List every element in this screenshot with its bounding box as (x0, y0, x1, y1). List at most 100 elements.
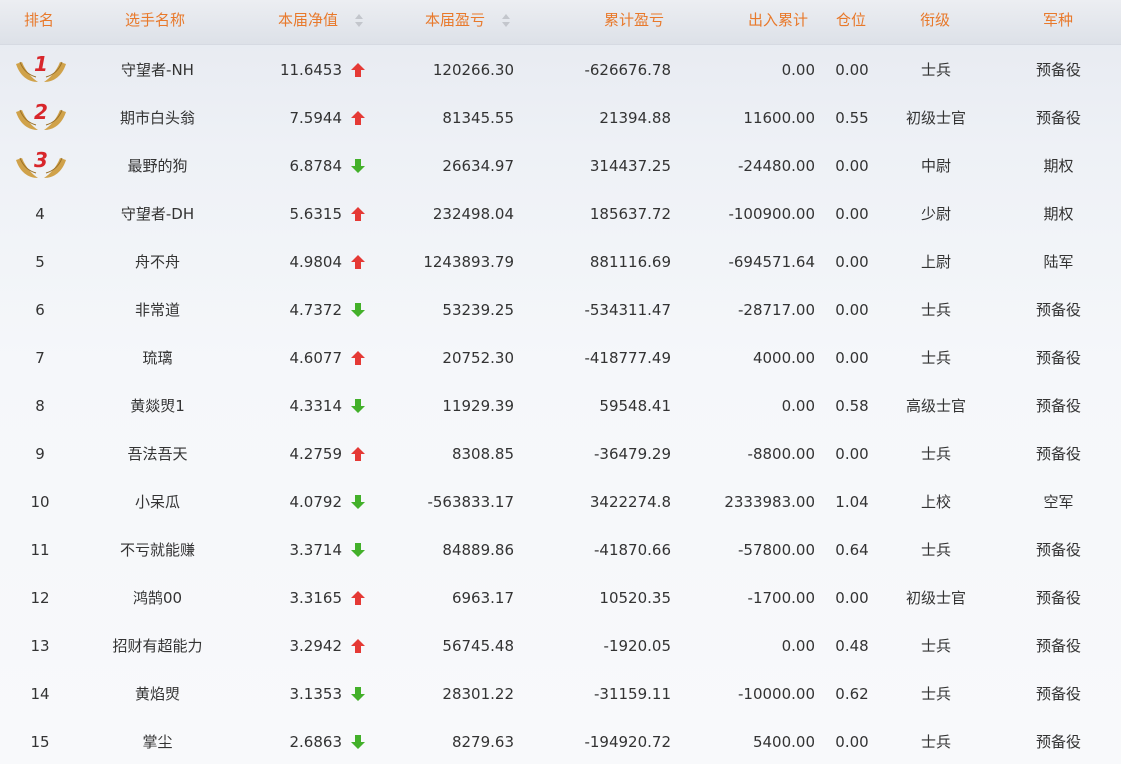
branch-value: 预备役 (1035, 685, 1081, 703)
trend-cell (350, 622, 368, 670)
rank-title: 士兵 (920, 685, 951, 703)
cumulative-pnl: -418777.49 (584, 349, 671, 367)
cumulative-pnl: 21394.88 (599, 109, 671, 127)
player-name[interactable]: 小呆瓜 (80, 478, 235, 526)
rank-cell: 10 (30, 493, 50, 511)
session-pnl: 56745.48 (442, 637, 514, 655)
arrow-up-icon (351, 111, 365, 125)
player-name[interactable]: 守望者-NH (80, 46, 235, 94)
rank-cell: 11 (30, 541, 50, 559)
header-nav[interactable]: 本届净值 (278, 0, 338, 40)
rank-title: 上尉 (920, 253, 951, 271)
header-cum: 累计盈亏 (604, 11, 665, 29)
cumulative-flow: -24480.00 (738, 157, 815, 175)
nav-value: 4.2759 (289, 445, 343, 463)
branch-value: 预备役 (1035, 589, 1081, 607)
player-name[interactable]: 黄焰焽 (80, 670, 235, 718)
rank-title: 中尉 (920, 157, 951, 175)
rank-cell: 7 (35, 349, 45, 367)
arrow-up-icon (351, 207, 365, 221)
rank-cell: 13 (30, 637, 50, 655)
table-row: 8 黄燚焽1 4.3314 11929.39 59548.41 0.00 0.58 高级士官 预… (0, 382, 1121, 430)
arrow-up-icon (351, 351, 365, 365)
nav-value: 5.6315 (289, 205, 343, 223)
table-row: 12 鸿鹄00 3.3165 6963.17 10520.35 -1700.00 0.00 初… (0, 574, 1121, 622)
position-value: 0.00 (835, 205, 869, 223)
trend-cell (350, 190, 368, 238)
trend-cell (350, 142, 368, 190)
table-row: 5 舟不舟 4.9804 1243893.79 881116.69 -694571.64 0… (0, 238, 1121, 286)
sort-nav-icon[interactable] (354, 14, 364, 28)
table-row: 6 非常道 4.7372 53239.25 -534311.47 -28717.00 0.0… (0, 286, 1121, 334)
rank-medal-icon: 1 (0, 46, 80, 94)
cumulative-flow: -694571.64 (728, 253, 815, 271)
branch-value: 预备役 (1035, 733, 1081, 751)
cumulative-pnl: 3422274.8 (589, 493, 671, 511)
header-pnl[interactable]: 本届盈亏 (425, 0, 485, 40)
cumulative-flow: -100900.00 (728, 205, 815, 223)
session-pnl: 28301.22 (442, 685, 514, 703)
cumulative-flow: 0.00 (781, 637, 815, 655)
nav-value: 3.3714 (289, 541, 343, 559)
session-pnl: 11929.39 (442, 397, 514, 415)
player-name[interactable]: 最野的狗 (80, 142, 235, 190)
player-name[interactable]: 吾法吾天 (80, 430, 235, 478)
position-value: 0.00 (835, 733, 869, 751)
session-pnl: 26634.97 (442, 157, 514, 175)
rank-cell: 5 (35, 253, 45, 271)
position-value: 0.00 (835, 157, 869, 175)
cumulative-flow: 0.00 (781, 61, 815, 79)
rank-title: 士兵 (920, 61, 951, 79)
arrow-down-icon (351, 735, 365, 749)
arrow-up-icon (351, 591, 365, 605)
nav-value: 3.2942 (289, 637, 343, 655)
nav-value: 11.6453 (279, 61, 342, 79)
trend-cell (350, 94, 368, 142)
table-row: 4 守望者-DH 5.6315 232498.04 185637.72 -100900.0… (0, 190, 1121, 238)
cumulative-flow: -57800.00 (738, 541, 815, 559)
table-row: 3 最野的狗 6.8784 26634.97 314437.25 -24480.00 0.0… (0, 142, 1121, 190)
cumulative-pnl: -1920.05 (603, 637, 671, 655)
rank-medal-icon: 3 (0, 142, 80, 190)
trend-cell (350, 430, 368, 478)
cumulative-flow: -10000.00 (738, 685, 815, 703)
branch-value: 预备役 (1035, 397, 1081, 415)
cumulative-pnl: -36479.29 (594, 445, 671, 463)
table-row: 15 掌尘 2.6863 8279.63 -194920.72 5400.00 0.00 士兵… (0, 718, 1121, 764)
player-name[interactable]: 招财有超能力 (80, 622, 235, 670)
cumulative-pnl: 185637.72 (589, 205, 671, 223)
player-name[interactable]: 掌尘 (80, 718, 235, 764)
table-row: 10 小呆瓜 4.0792 -563833.17 3422274.8 2333983.00… (0, 478, 1121, 526)
player-name[interactable]: 琉璃 (80, 334, 235, 382)
position-value: 0.00 (835, 349, 869, 367)
arrow-down-icon (351, 303, 365, 317)
position-value: 0.00 (835, 589, 869, 607)
arrow-up-icon (351, 447, 365, 461)
player-name[interactable]: 舟不舟 (80, 238, 235, 286)
nav-value: 4.0792 (289, 493, 343, 511)
arrow-down-icon (351, 687, 365, 701)
cumulative-pnl: -194920.72 (584, 733, 671, 751)
branch-value: 期权 (1043, 157, 1074, 175)
session-pnl: 81345.55 (442, 109, 514, 127)
position-value: 0.64 (835, 541, 869, 559)
cumulative-pnl: 881116.69 (589, 253, 671, 271)
player-name[interactable]: 黄燚焽1 (80, 382, 235, 430)
player-name[interactable]: 期市白头翁 (80, 94, 235, 142)
rank-title: 士兵 (920, 349, 951, 367)
arrow-up-icon (351, 255, 365, 269)
arrow-up-icon (351, 63, 365, 77)
player-name[interactable]: 不亏就能赚 (80, 526, 235, 574)
sort-pnl-icon[interactable] (501, 14, 511, 28)
cumulative-pnl: 59548.41 (599, 397, 671, 415)
nav-value: 2.6863 (289, 733, 343, 751)
trend-cell (350, 478, 368, 526)
trend-cell (350, 526, 368, 574)
player-name[interactable]: 鸿鹄00 (80, 574, 235, 622)
player-name[interactable]: 非常道 (80, 286, 235, 334)
session-pnl: 8279.63 (451, 733, 514, 751)
player-name[interactable]: 守望者-DH (80, 190, 235, 238)
cumulative-pnl: 10520.35 (599, 589, 671, 607)
arrow-up-icon (351, 639, 365, 653)
cumulative-flow: -8800.00 (747, 445, 815, 463)
